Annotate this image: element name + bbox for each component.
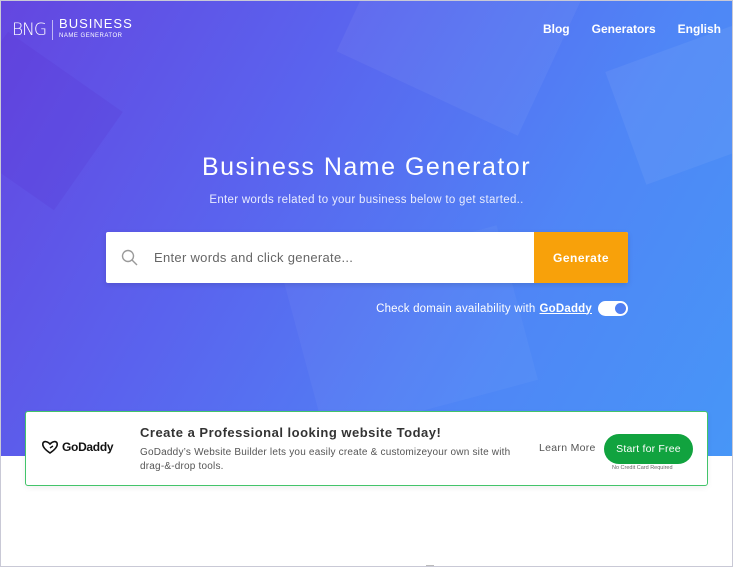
ad-title: Create a Professional looking website To… — [140, 425, 442, 440]
ad-description: GoDaddy’s Website Builder lets you easil… — [140, 447, 511, 472]
logo-mark: BNG — [12, 20, 54, 40]
nav-blog-link[interactable]: Blog — [543, 22, 570, 36]
page: BNG BUSINESS NAME GENERATOR Blog Generat… — [0, 0, 733, 567]
godaddy-wordmark: GoDaddy — [62, 440, 114, 454]
generate-button[interactable]: Generate — [534, 232, 628, 283]
divider — [426, 565, 434, 566]
domain-check: Check domain availability with GoDaddy — [376, 301, 628, 316]
godaddy-logo[interactable]: GoDaddy — [41, 440, 114, 454]
site-logo[interactable]: BNG BUSINESS NAME GENERATOR — [12, 16, 133, 41]
godaddy-link[interactable]: GoDaddy — [539, 303, 592, 315]
top-nav: Blog Generators English — [543, 22, 721, 36]
search-input[interactable] — [152, 232, 534, 283]
no-credit-card-note: No Credit Card Required — [612, 465, 673, 471]
godaddy-icon — [41, 440, 59, 454]
toggle-knob — [615, 303, 626, 314]
logo-line-2: NAME GENERATOR — [59, 33, 123, 39]
domain-check-label: Check domain availability with — [376, 302, 536, 315]
logo-text: BUSINESS NAME GENERATOR — [53, 16, 133, 41]
decor-shape — [1, 31, 123, 211]
search-icon — [106, 232, 152, 283]
domain-check-toggle[interactable] — [598, 301, 628, 316]
nav-generators-link[interactable]: Generators — [592, 22, 656, 36]
godaddy-ad-banner: GoDaddy Create a Professional looking we… — [25, 411, 708, 486]
hero-section: BNG BUSINESS NAME GENERATOR Blog Generat… — [1, 1, 732, 456]
search-bar: Generate — [106, 232, 628, 283]
learn-more-link[interactable]: Learn More — [539, 442, 596, 454]
page-subtitle: Enter words related to your business bel… — [209, 194, 524, 206]
logo-line-1: BUSINESS — [59, 16, 133, 31]
start-for-free-button[interactable]: Start for Free — [604, 434, 693, 464]
nav-language-link[interactable]: English — [678, 22, 721, 36]
page-title: Business Name Generator — [201, 153, 532, 181]
